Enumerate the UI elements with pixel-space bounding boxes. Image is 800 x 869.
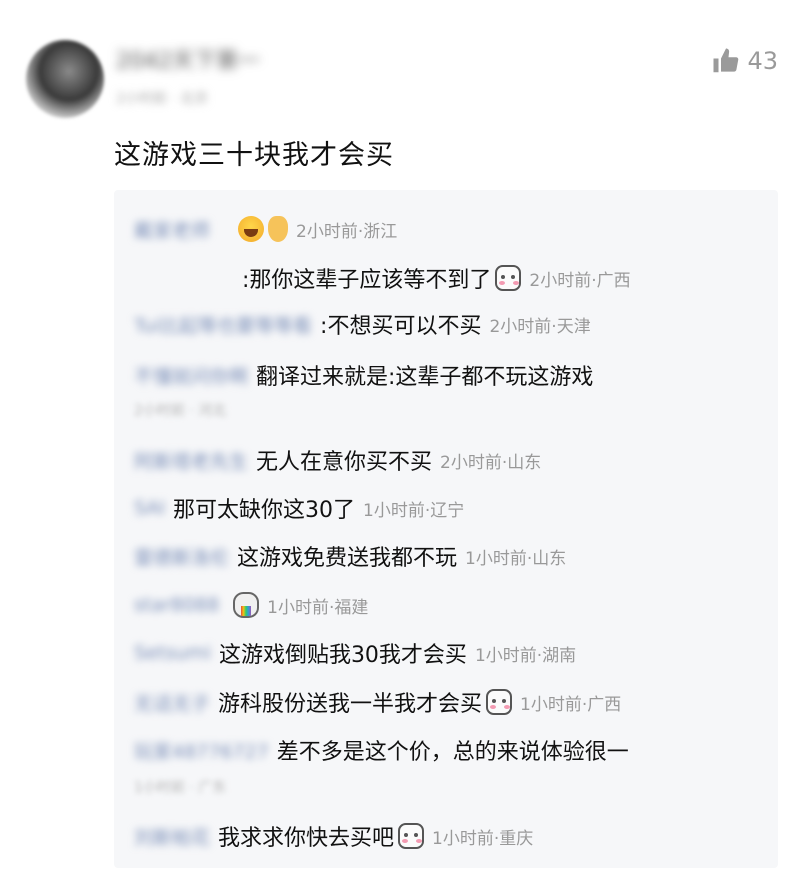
thumbs-up-icon — [713, 48, 739, 73]
username[interactable]: 2042天下第一 — [116, 46, 260, 78]
reply-item[interactable]: Setsumi 这游戏倒贴我30我才会买 1小时前·湖南 — [134, 631, 768, 675]
reply-text: 差不多是这个价，总的来说体验很一 — [276, 740, 629, 765]
reply-meta: 1小时前 · 广东 — [134, 780, 227, 796]
reply-item[interactable]: 阿斯塔老先生 无人在意你买不买 2小时前·山东 — [134, 438, 768, 482]
like-count: 43 — [747, 47, 778, 75]
reply-meta: 2小时前·广西 — [529, 270, 631, 291]
reply-text: 这游戏倒贴我30我才会买 — [218, 643, 467, 668]
reply-author[interactable]: 阿斯塔老先生 — [134, 447, 248, 474]
reply-item[interactable]: 不懂就问你啊 翻译过来就是:这辈子都不玩这游戏 — [134, 353, 768, 397]
reply-meta: 2小时前·天津 — [489, 316, 591, 337]
cute-face-emoji — [495, 265, 522, 291]
reply-author[interactable]: 刘斯帕花 — [134, 823, 210, 850]
laugh-emoji — [238, 216, 265, 242]
like-button[interactable]: 43 — [711, 46, 778, 76]
reply-item[interactable]: 玩家48776727 差不多是这个价，总的来说体验很一 — [134, 728, 768, 772]
reply-author[interactable]: Tui比起等也要等等看 — [134, 311, 312, 338]
reply-item[interactable]: Tui比起等也要等等看 :不想买可以不买 2小时前·天津 — [134, 302, 768, 346]
reply-text: 这游戏免费送我都不玩 — [237, 546, 458, 571]
reply-author[interactable]: 不懂就问你啊 — [134, 362, 248, 389]
reply-author[interactable]: Setsumi — [134, 642, 211, 664]
reply-item[interactable]: star8088 1小时前·福建 — [134, 583, 768, 627]
reply-meta: 2小时前 · 河北 — [134, 403, 227, 419]
reply-item[interactable]: 雷德斯洛伦 这游戏免费送我都不玩 1小时前·山东 — [134, 534, 768, 578]
reply-meta: 2小时前·浙江 — [296, 221, 398, 242]
reply-text: :那你这辈子应该等不到了 — [242, 268, 492, 293]
reply-item[interactable]: :那你这辈子应该等不到了 2小时前·广西 — [234, 256, 768, 300]
reply-author[interactable]: 玩家48776727 — [134, 737, 269, 764]
reply-text: :不想买可以不买 — [320, 314, 482, 339]
cute-face-emoji — [486, 689, 513, 715]
reply-meta: 1小时前·福建 — [267, 597, 369, 618]
reply-meta: 1小时前·湖南 — [474, 645, 577, 666]
cute-face-emoji — [398, 823, 425, 849]
comment-meta: 2小时前 · 北京 — [116, 91, 209, 107]
reply-text: 游科股份送我一半我才会买 — [218, 692, 483, 717]
reply-item[interactable]: SAI 那可太缺你这30了 1小时前·辽宁 — [134, 486, 768, 530]
reply-list: 戴家老师 2小时前·浙江 :那你这辈子应该等不到了 2小时前·广西 Tui比起等… — [114, 190, 778, 868]
rainbow-vomit-emoji — [233, 592, 260, 618]
reply-item[interactable]: 无话无子 游科股份送我一半我才会买 1小时前·广西 — [134, 680, 768, 724]
reply-text: 那可太缺你这30了 — [173, 498, 356, 523]
reply-meta: 1小时前·山东 — [465, 548, 567, 569]
reply-author[interactable]: SAI — [134, 497, 165, 519]
reply-item[interactable]: 刘斯帕花 我求求你快去买吧 1小时前·重庆 — [134, 814, 768, 858]
ok-hand-emoji — [268, 216, 289, 242]
reply-item[interactable]: 戴家老师 2小时前·浙江 — [134, 207, 768, 251]
reply-text: 我求求你快去买吧 — [218, 826, 395, 851]
reply-author[interactable]: 无话无子 — [134, 689, 210, 716]
reply-meta: 2小时前·山东 — [440, 452, 542, 473]
reply-meta: 1小时前·广西 — [520, 694, 622, 715]
reply-meta: 1小时前·辽宁 — [363, 500, 465, 521]
reply-text: 无人在意你买不买 — [256, 450, 433, 475]
reply-author[interactable]: 雷德斯洛伦 — [134, 543, 229, 570]
comment-text: 这游戏三十块我才会买 — [114, 140, 394, 171]
reply-author[interactable]: 戴家老师 — [134, 216, 210, 243]
reply-author[interactable]: star8088 — [134, 594, 219, 616]
reply-meta: 1小时前·重庆 — [432, 828, 534, 849]
avatar[interactable] — [26, 40, 104, 118]
reply-text: 翻译过来就是:这辈子都不玩这游戏 — [256, 365, 594, 390]
